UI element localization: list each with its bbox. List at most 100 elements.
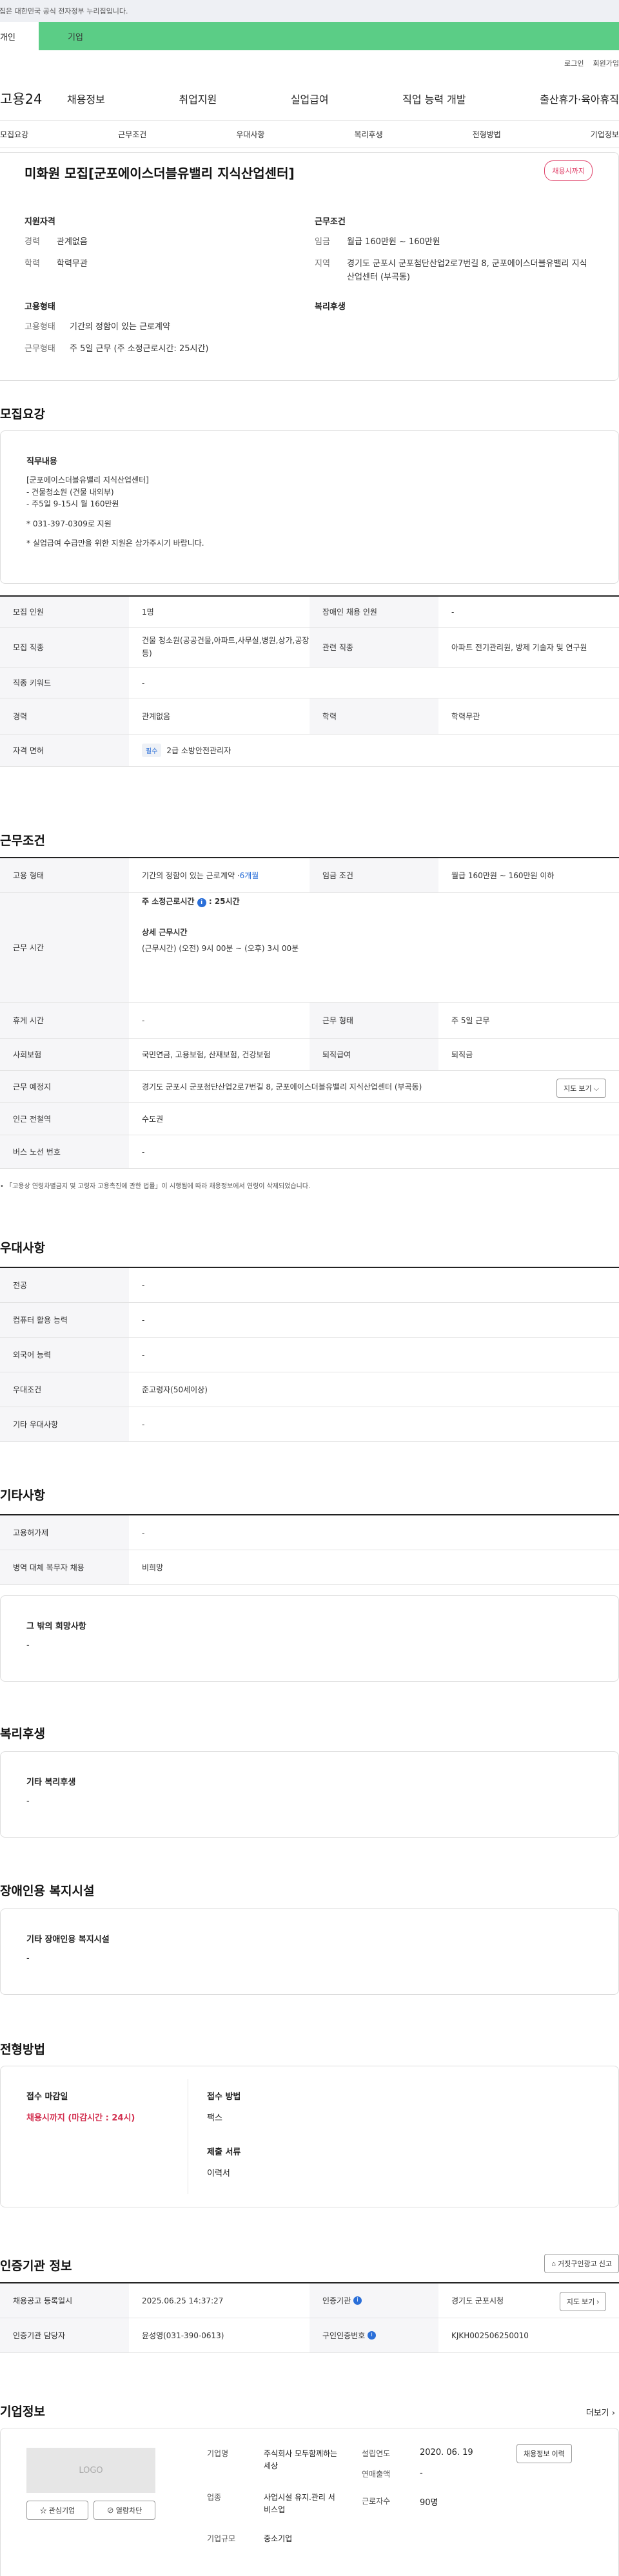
text-company-ind-k: 업종 xyxy=(207,2493,222,2502)
career-label: 경력 xyxy=(25,237,40,247)
text-welfare-v: - xyxy=(26,1796,30,1806)
login-link[interactable]: 로그인 xyxy=(564,58,584,68)
table-row: 병역 대체 복무자 채용 비희망 xyxy=(0,1550,619,1585)
text-company-ind-v: 사업시설 유지.관리 서비스업 xyxy=(264,2493,335,2515)
text-recruit-duty-lines-0: [군포에이스더블유밸리 지식산업센터] xyxy=(26,476,149,485)
text-cond-place-v: 경기도 군포시 군포첨단산업2로7번길 8, 군포에이스더블유밸리 지식산업센터… xyxy=(142,1082,422,1091)
company-card: LOGO ☆ 관심기업 ⊘ 열람차단 기업명 주식회사 모두함께하는세상 설립연… xyxy=(0,2428,619,2576)
employment-block: 고용형태 고용형태 기간의 정함이 있는 근로계약 근무형태 주 5일 근무 (주 … xyxy=(25,300,295,365)
text-agency-report-btn: 거짓구인광고 신고 xyxy=(557,2260,612,2268)
text-etc-rows-0-v: - xyxy=(142,1528,145,1537)
map-button[interactable]: 지도 보기 ⌵ xyxy=(556,1079,606,1098)
selection-card: 접수 마감일 채용시까지 (마감시간 : 24시) 접수 방법 팩스 제출 서류… xyxy=(0,2066,619,2207)
qualification-block: 지원자격 경력 관계없음 학력 학력무관 xyxy=(25,215,282,280)
agency-map-button[interactable]: 지도 보기 › xyxy=(559,2292,606,2311)
text-welfare-title: 기타 복리후생 xyxy=(26,1778,76,1787)
text-etc-hope-v: - xyxy=(26,1640,30,1650)
conditions-title: 근무조건 xyxy=(315,217,346,227)
text-disabled-title: 기타 장애인용 복지시설 xyxy=(26,1935,110,1945)
gnb-item-training[interactable]: 직업 능력 개발 xyxy=(402,91,466,106)
text-cond-subway-k: 인근 전철역 xyxy=(0,1103,129,1135)
agency-section-title: 인증기관 정보 xyxy=(0,2259,72,2273)
table-row: 모집 직종 건물 청소원(공공건물,아파트,사무실,병원,상가,공장 등) 관련 … xyxy=(0,628,619,668)
hope-card: 그 밖의 희망사항 - xyxy=(0,1595,619,1682)
tab-recruit[interactable]: 모집요강 xyxy=(0,129,28,140)
text-selection-method-t: 접수 방법 xyxy=(207,2092,241,2102)
text-recruit-rows-1-k2: 관련 직종 xyxy=(310,628,438,667)
text-company-sales-k: 연매출액 xyxy=(362,2470,391,2479)
status-badge: 채용시까지 xyxy=(544,160,593,181)
table-row: 사회보험 국민연금, 고용보험, 산재보험, 건강보험 퇴직급여 퇴직금 xyxy=(0,1039,619,1071)
gnb-item-leave[interactable]: 출산휴가·육아휴직 xyxy=(540,91,619,106)
text-cond-bus-v: - xyxy=(142,1147,145,1157)
text-pref-rows-4-k: 기타 우대사항 xyxy=(0,1407,129,1441)
text-recruit-duty-lines-4: * 031-397-0309로 지원 xyxy=(26,519,112,528)
util-links: 로그인 회원가입 xyxy=(0,50,619,76)
site-logo[interactable]: 고용24 xyxy=(0,89,67,108)
table-row: 전공 - xyxy=(0,1268,619,1303)
text-cond-bus-k: 버스 노선 번호 xyxy=(0,1135,129,1168)
text-company-more: 더보기 xyxy=(585,2408,609,2418)
employment-title: 고용형태 xyxy=(25,302,55,312)
block-button[interactable]: ⊘ 열람차단 xyxy=(93,2501,155,2520)
text-recruit-rows-2-k1: 직종 키워드 xyxy=(0,668,129,698)
text-recruit-rows-3-k2: 학력 xyxy=(310,698,438,734)
text-cond-time-hours: : 25시간 xyxy=(208,897,240,906)
welfare-block: 복리후생 xyxy=(315,300,346,321)
text-pref-rows-2-v: - xyxy=(142,1350,145,1360)
text-cond-subway-v: 수도권 xyxy=(142,1115,164,1124)
info-icon[interactable]: i xyxy=(353,2296,362,2305)
tab-preference[interactable]: 우대사항 xyxy=(236,129,264,140)
text-selection-docs-t: 제출 서류 xyxy=(207,2148,241,2157)
text-cond-map-btn: 지도 보기 xyxy=(564,1085,592,1093)
text-cond-ins-k: 사회보험 xyxy=(0,1039,129,1070)
block-icon: ⊘ xyxy=(106,2507,114,2515)
tab-conditions[interactable]: 근무조건 xyxy=(118,129,146,140)
text-agency-agency-k: 인증기관 xyxy=(322,2296,351,2305)
table-row: 자격 면허 필수 2급 소방안전관리자 xyxy=(0,735,619,767)
emptype-value: 기간의 정함이 있는 근로계약 xyxy=(70,322,170,332)
tab-selection[interactable]: 전형방법 xyxy=(473,129,501,140)
duty-content: [군포에이스더블유밸리 지식산업센터] - 건물청소원 (건물 내외부) - 주5일… xyxy=(26,474,593,550)
selection-section-title: 전형방법 xyxy=(0,2043,45,2057)
text-agency-reg-v: 2025.06.25 14:37:27 xyxy=(142,2296,224,2305)
text-recruit-rows-1-v2: 아파트 전기관리원, 방제 기술자 및 연구원 xyxy=(451,643,587,652)
report-button[interactable]: ⌂ 거짓구인광고 신고 xyxy=(544,2254,619,2273)
table-row: 기타 우대사항 - xyxy=(0,1407,619,1442)
text-agency-map-btn: 지도 보기 xyxy=(566,2298,595,2306)
interest-button[interactable]: ☆ 관심기업 xyxy=(26,2501,88,2520)
gnb-item-employment-support[interactable]: 취업지원 xyxy=(179,91,217,106)
text-company-interest-btn: 관심기업 xyxy=(48,2507,75,2515)
text-cond-rest-k: 휴게 시간 xyxy=(0,1003,129,1038)
more-link[interactable]: 더보기 › xyxy=(586,2406,615,2418)
wage-label: 임금 xyxy=(315,237,330,247)
text-agency-agency-v: 경기도 군포시청 xyxy=(451,2296,504,2305)
text-cond-time-title: 주 소정근로시간 xyxy=(142,897,195,906)
conditions-section-title: 근무조건 xyxy=(0,834,45,848)
text-pref-rows-0-k: 전공 xyxy=(0,1268,129,1302)
text-recruit-rows-0-v1: 1명 xyxy=(142,608,154,617)
text-cond-time-k: 근무 시간 xyxy=(0,893,129,1002)
tab-company-info[interactable]: 기업정보 xyxy=(591,129,619,140)
global-nav: 고용24 채용정보 취업지원 실업급여 직업 능력 개발 출산휴가·육아휴직 xyxy=(0,76,619,121)
text-agency-mgr-k: 인증기관 담당자 xyxy=(0,2318,129,2352)
job-title: 미화원 모집[군포에이스더블유밸리 지식산업센터] xyxy=(25,166,295,181)
company-history-button[interactable]: 채용정보 이력 xyxy=(516,2444,572,2463)
duty-title: 직무내용 xyxy=(26,457,57,466)
tab-company[interactable]: 기업 xyxy=(39,22,619,50)
required-badge: 필수 xyxy=(142,744,162,757)
region-value: 경기도 군포시 군포첨단산업2로7번길 8, 군포에이스더블유밸리 지식산업센터… xyxy=(347,258,587,282)
info-icon[interactable]: i xyxy=(368,2331,377,2340)
info-icon[interactable]: i xyxy=(197,898,206,907)
gnb-item-unemployment[interactable]: 실업급여 xyxy=(291,91,329,106)
table-row: 인근 전철역 수도권 xyxy=(0,1103,619,1135)
text-agency-reg-k: 채용공고 등록일시 xyxy=(0,2283,129,2318)
text-cond-emp-period: 6개월 xyxy=(239,871,259,880)
tab-welfare[interactable]: 복리후생 xyxy=(354,129,382,140)
qualification-title: 지원자격 xyxy=(25,217,55,227)
text-cond-emp-v: 기간의 정함이 있는 근로계약 · xyxy=(142,871,240,880)
signup-link[interactable]: 회원가입 xyxy=(593,58,619,68)
table-row: 모집 인원 1명 장애인 채용 인원 - xyxy=(0,597,619,628)
tab-personal[interactable]: 개인 xyxy=(0,22,39,50)
gnb-item-jobs[interactable]: 채용정보 xyxy=(67,91,105,106)
